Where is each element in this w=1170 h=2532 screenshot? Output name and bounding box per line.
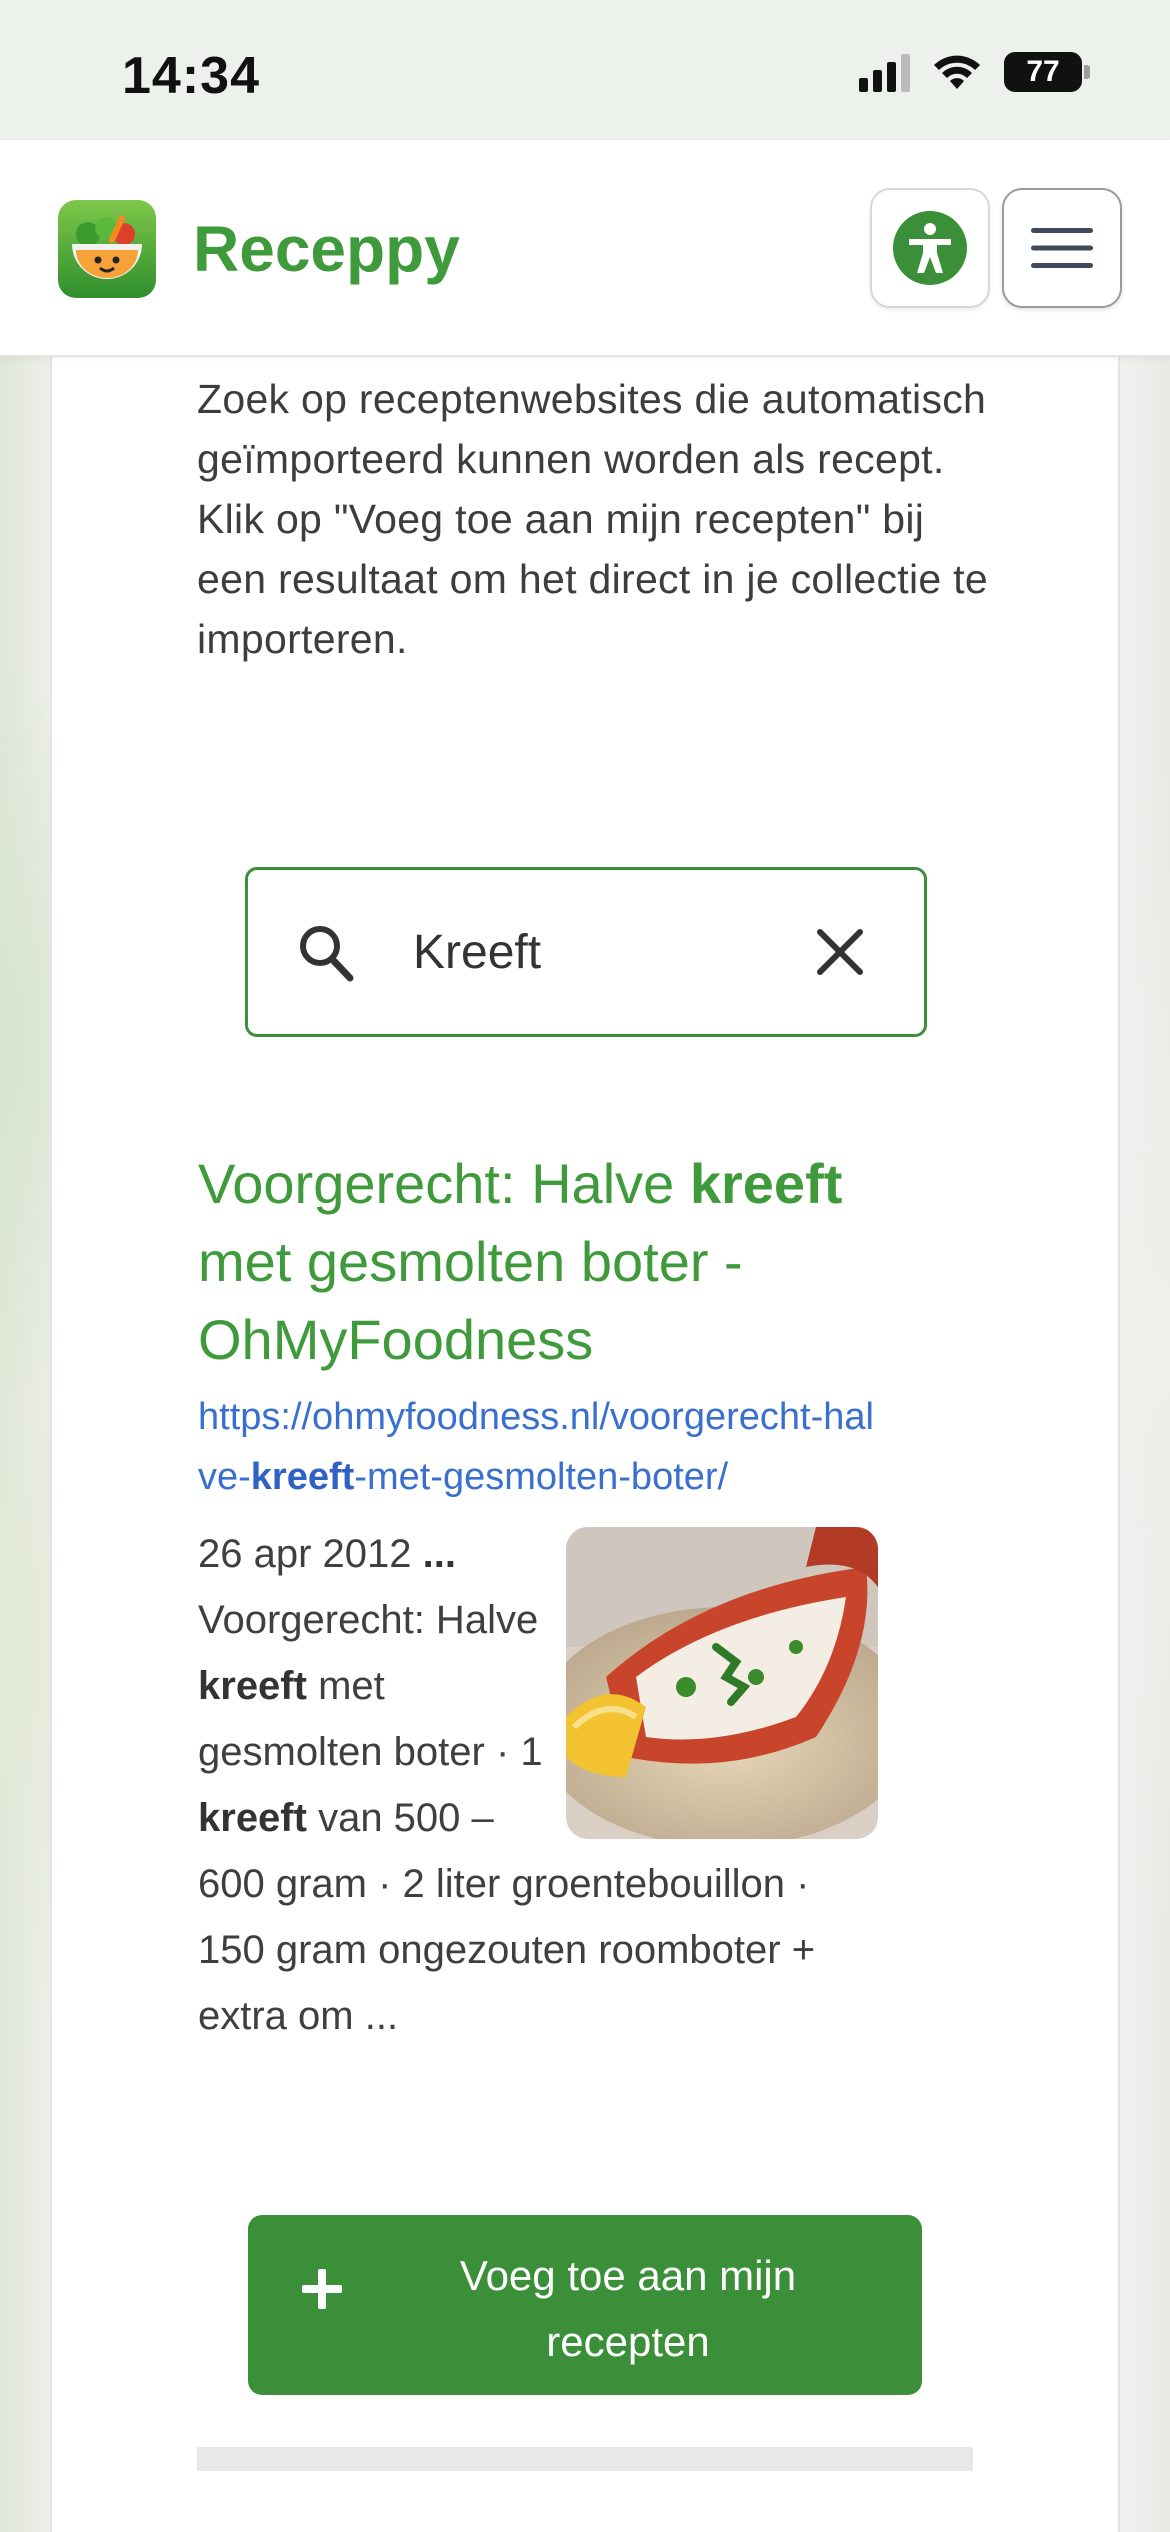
result-snippet: 26 apr 2012 ... Voorgerecht: Halve kreef…	[198, 1521, 878, 2049]
plus-icon	[302, 2269, 342, 2309]
accessibility-icon	[893, 211, 967, 285]
intro-text: Zoek op receptenwebsites die automatisch…	[197, 376, 988, 662]
battery-level: 77	[1004, 52, 1082, 92]
brand-name[interactable]: Receppy	[193, 212, 460, 286]
wifi-icon	[934, 55, 980, 89]
add-to-recipes-label: Voeg toe aan mijn recepten	[459, 2252, 797, 2365]
app-header: Receppy	[0, 140, 1170, 357]
search-box[interactable]	[245, 867, 927, 1037]
add-to-recipes-button[interactable]: Voeg toe aan mijn recepten	[248, 2215, 922, 2395]
signal-icon	[859, 52, 910, 92]
salad-bowl-logo-icon[interactable]	[58, 200, 156, 298]
accessibility-button[interactable]	[870, 188, 990, 308]
status-icons: 77	[859, 52, 1090, 92]
result-title[interactable]: Voorgerecht: Halve kreeft met gesmolten …	[198, 1145, 878, 1379]
status-bar: 14:34 77	[0, 0, 1170, 140]
close-icon[interactable]	[816, 928, 864, 976]
battery-icon: 77	[1004, 52, 1090, 92]
result-divider	[197, 2447, 973, 2471]
lobster-dish-image	[566, 1527, 878, 1839]
status-time: 14:34	[122, 47, 260, 105]
search-icon	[300, 926, 354, 982]
hamburger-menu-icon	[1031, 228, 1093, 268]
search-result: Voorgerecht: Halve kreeft met gesmolten …	[198, 1145, 878, 2049]
result-url[interactable]: https://ohmyfoodness.nl/voorgerecht-halv…	[198, 1387, 878, 1507]
hamburger-menu-button[interactable]	[1002, 188, 1122, 308]
search-input[interactable]	[413, 920, 793, 984]
